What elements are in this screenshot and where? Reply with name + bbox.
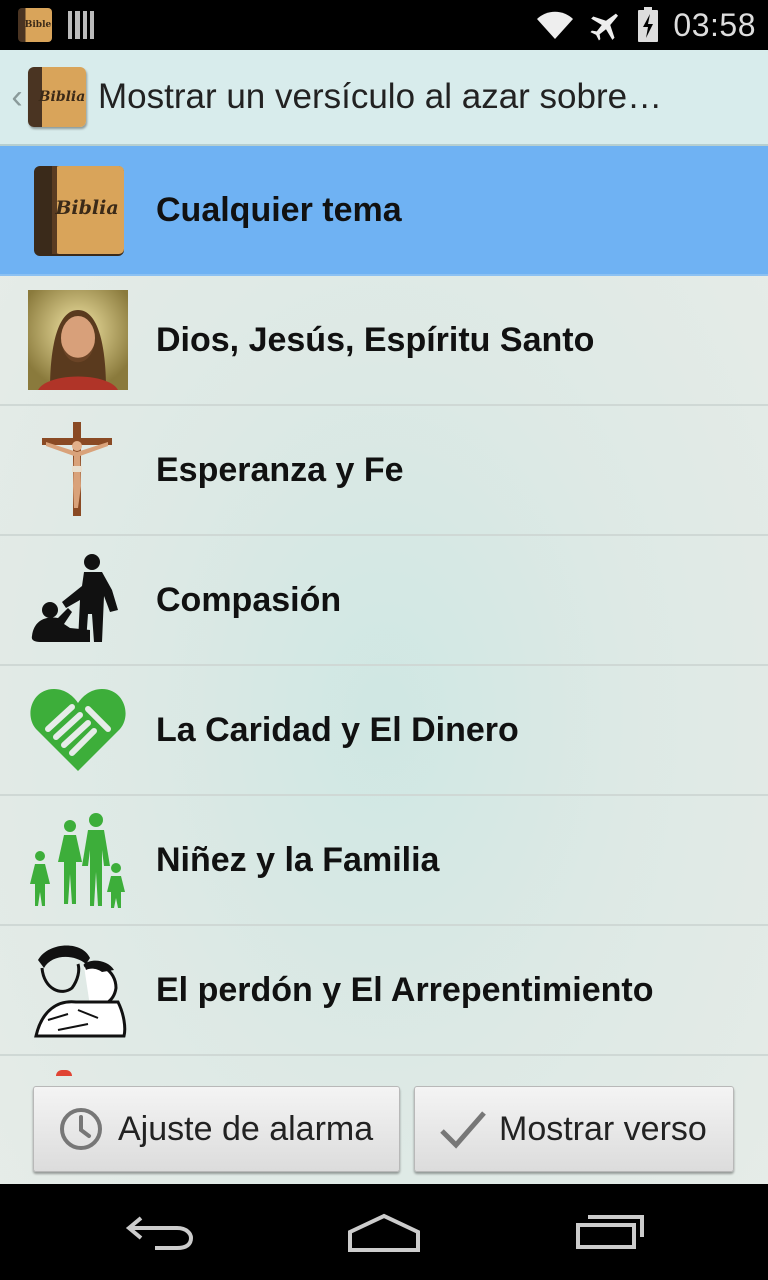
topic-label: El perdón y El Arrepentimiento bbox=[156, 970, 654, 1009]
recent-apps-nav-icon[interactable] bbox=[570, 1206, 650, 1258]
alarm-button-label: Ajuste de alarma bbox=[118, 1109, 374, 1148]
status-bar: Bible 03:58 bbox=[0, 0, 768, 50]
show-verse-button[interactable]: Mostrar verso bbox=[414, 1086, 734, 1172]
list-item-compasion[interactable]: Compasión bbox=[0, 536, 768, 666]
topic-label: Niñez y la Familia bbox=[156, 840, 440, 879]
alarm-settings-button[interactable]: Ajuste de alarma bbox=[33, 1086, 400, 1172]
app-icon-text: Biblia bbox=[38, 89, 86, 105]
topic-label: La Caridad y El Dinero bbox=[156, 710, 519, 749]
show-button-label: Mostrar verso bbox=[499, 1109, 707, 1148]
navigation-bar bbox=[0, 1184, 768, 1280]
topic-label: Cualquier tema bbox=[156, 190, 402, 229]
clock-icon bbox=[56, 1104, 106, 1154]
checkmark-icon bbox=[437, 1104, 487, 1154]
list-item-ninez-familia[interactable]: Niñez y la Familia bbox=[0, 796, 768, 926]
barcode-notification-icon bbox=[68, 11, 94, 39]
system-icons: 03:58 bbox=[535, 6, 756, 44]
family-icon bbox=[28, 810, 128, 910]
jesus-portrait-icon bbox=[28, 290, 128, 390]
svg-text:Biblia: Biblia bbox=[54, 197, 118, 219]
back-nav-icon[interactable] bbox=[120, 1206, 200, 1258]
up-navigation-chevron-icon[interactable]: ‹ bbox=[4, 78, 30, 117]
wifi-icon bbox=[537, 11, 574, 39]
list-item-dios-jesus[interactable]: Dios, Jesús, Espíritu Santo bbox=[0, 276, 768, 406]
topic-label: Esperanza y Fe bbox=[156, 450, 404, 489]
action-bar-title: Mostrar un versículo al azar sobre… bbox=[98, 77, 663, 116]
airplane-mode-icon bbox=[590, 13, 619, 41]
notification-icons: Bible bbox=[18, 8, 94, 42]
list-item-esperanza-fe[interactable]: Esperanza y Fe bbox=[0, 406, 768, 536]
button-bar: Ajuste de alarma Mostrar verso bbox=[0, 1070, 768, 1184]
notification-book-text: Bible bbox=[24, 20, 52, 30]
forgiveness-embrace-icon bbox=[28, 940, 128, 1040]
home-nav-icon[interactable] bbox=[344, 1206, 424, 1258]
bible-app-icon[interactable]: Biblia bbox=[28, 67, 86, 127]
bible-book-icon: Biblia bbox=[28, 160, 128, 260]
topic-label: Dios, Jesús, Espíritu Santo bbox=[156, 320, 595, 359]
list-item-perdon-arrepentimiento[interactable]: El perdón y El Arrepentimiento bbox=[0, 926, 768, 1056]
action-bar: ‹ Biblia Mostrar un versículo al azar so… bbox=[0, 50, 768, 146]
heart-handshake-icon bbox=[28, 680, 128, 780]
bible-app-notification-icon: Bible bbox=[18, 8, 52, 42]
clock-time: 03:58 bbox=[673, 6, 756, 43]
list-item-caridad-dinero[interactable]: La Caridad y El Dinero bbox=[0, 666, 768, 796]
list-item-cualquier-tema[interactable]: Biblia Cualquier tema bbox=[0, 146, 768, 276]
helping-hand-icon bbox=[28, 550, 128, 650]
crucifix-icon bbox=[28, 420, 128, 520]
screen: Bible 03:58 ‹ Biblia Mostrar un versícul… bbox=[0, 0, 768, 1280]
battery-charging-icon bbox=[638, 7, 659, 42]
topic-list[interactable]: Biblia Cualquier tema Dios, Jesús, Espír… bbox=[0, 146, 768, 1184]
topic-label: Compasión bbox=[156, 580, 342, 619]
